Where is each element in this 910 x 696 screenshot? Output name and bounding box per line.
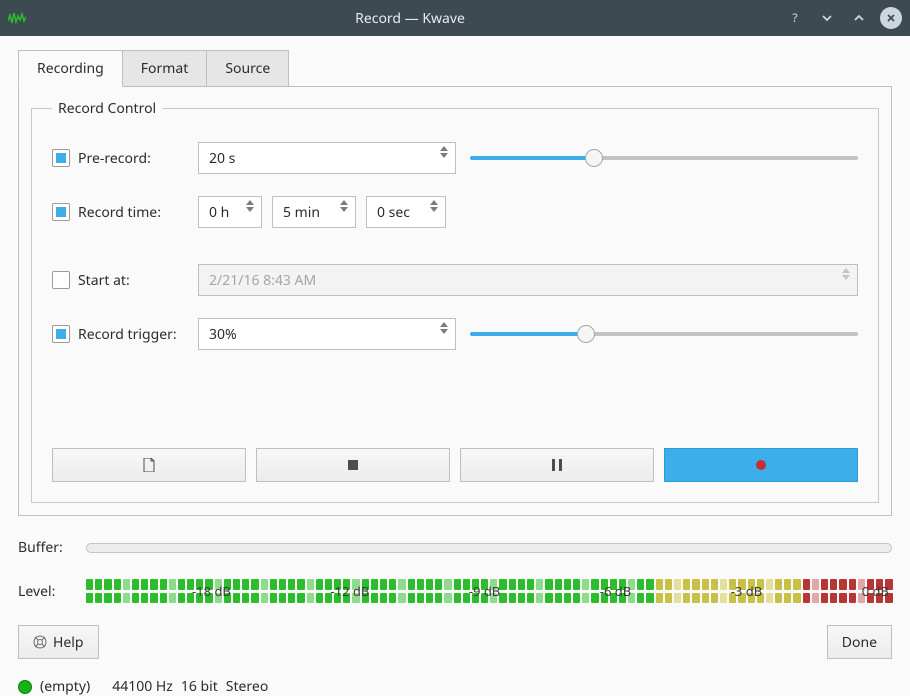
- lifebuoy-icon: [33, 635, 47, 649]
- recordtime-hours-value: 0 h: [209, 203, 229, 222]
- recordtime-minutes-spin[interactable]: 5 min: [272, 196, 356, 228]
- tab-recording-label: Recording: [37, 59, 104, 78]
- prerecord-value: 20 s: [209, 149, 235, 168]
- recordtime-hours-spin[interactable]: 0 h: [198, 196, 262, 228]
- done-button[interactable]: Done: [827, 625, 892, 659]
- help-icon[interactable]: ?: [784, 7, 806, 29]
- pause-button[interactable]: [460, 448, 654, 482]
- recordtime-seconds-spin[interactable]: 0 sec: [366, 196, 446, 228]
- record-button[interactable]: [664, 448, 858, 482]
- trigger-spin[interactable]: 30%: [198, 318, 456, 350]
- app-icon: [8, 9, 26, 27]
- help-button-label: Help: [53, 633, 84, 652]
- prerecord-slider[interactable]: [470, 148, 858, 168]
- recordtime-minutes-value: 5 min: [283, 203, 320, 222]
- prerecord-spin[interactable]: 20 s: [198, 142, 456, 174]
- tab-panel: Record Control Pre-record: 20 s: [18, 86, 892, 516]
- done-button-label: Done: [842, 633, 877, 652]
- record-control-group: Record Control Pre-record: 20 s: [31, 99, 879, 503]
- recordtime-seconds-value: 0 sec: [377, 203, 410, 222]
- tab-recording[interactable]: Recording: [18, 50, 123, 87]
- stop-icon: [348, 460, 358, 470]
- status-state: (empty): [40, 677, 90, 696]
- caret-up-icon[interactable]: [848, 7, 870, 29]
- trigger-label: Record trigger:: [78, 325, 177, 344]
- startat-value: 2/21/16 8:43 AM: [209, 271, 316, 290]
- trigger-checkbox[interactable]: [52, 325, 70, 343]
- tab-format-label: Format: [141, 59, 189, 78]
- tab-source[interactable]: Source: [207, 50, 289, 87]
- record-icon: [755, 459, 767, 471]
- status-indicator-icon: [18, 680, 32, 694]
- close-icon[interactable]: [880, 7, 902, 29]
- document-icon: [143, 458, 155, 472]
- new-button[interactable]: [52, 448, 246, 482]
- trigger-slider[interactable]: [470, 324, 858, 344]
- tab-bar: Recording Format Source: [18, 50, 892, 86]
- recordtime-label: Record time:: [78, 203, 161, 222]
- titlebar: Record — Kwave ?: [0, 0, 910, 36]
- window-title: Record — Kwave: [36, 9, 784, 28]
- svg-text:?: ?: [792, 11, 797, 25]
- level-label: Level:: [18, 582, 72, 601]
- help-button[interactable]: Help: [18, 625, 99, 659]
- startat-label: Start at:: [78, 271, 130, 290]
- startat-field: 2/21/16 8:43 AM: [198, 264, 858, 296]
- prerecord-label: Pre-record:: [78, 149, 151, 168]
- caret-down-icon[interactable]: [816, 7, 838, 29]
- level-meter: . -18 dB -12 dB -9 dB -6 dB -3 dB 0 dB: [86, 579, 892, 603]
- status-depth: 16 bit: [181, 677, 218, 696]
- trigger-value: 30%: [209, 325, 237, 344]
- tab-source-label: Source: [225, 59, 270, 78]
- buffer-label: Buffer:: [18, 538, 72, 557]
- status-rate: 44100 Hz: [112, 677, 173, 696]
- recordtime-checkbox[interactable]: [52, 203, 70, 221]
- tab-format[interactable]: Format: [123, 50, 208, 87]
- record-control-legend: Record Control: [52, 99, 162, 118]
- pause-icon: [552, 459, 562, 471]
- startat-checkbox[interactable]: [52, 271, 70, 289]
- stop-button[interactable]: [256, 448, 450, 482]
- status-channels: Stereo: [226, 677, 269, 696]
- prerecord-checkbox[interactable]: [52, 149, 70, 167]
- buffer-meter: [86, 543, 892, 553]
- statusbar: (empty) 44100 Hz 16 bit Stereo: [18, 659, 892, 696]
